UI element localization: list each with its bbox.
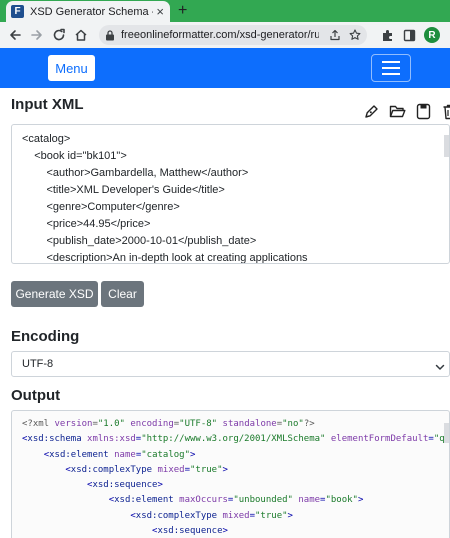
- encoding-select[interactable]: UTF-8: [11, 351, 450, 377]
- xml-line: <description>An in-depth look at creatin…: [22, 252, 308, 264]
- star-icon[interactable]: [347, 27, 363, 43]
- menu-button[interactable]: Menu: [48, 55, 95, 81]
- encoding-selected-value: UTF-8: [22, 358, 54, 370]
- hamburger-icon[interactable]: [371, 54, 411, 82]
- chevron-down-icon: [435, 359, 445, 377]
- tab-title: XSD Generator Schema - Free Online: [30, 5, 153, 18]
- input-scrollbar[interactable]: [444, 135, 449, 157]
- xsd-line: <xsd:element name="catalog">: [43, 449, 196, 460]
- avatar: R: [424, 27, 440, 43]
- encoding-heading: Encoding: [11, 328, 80, 345]
- save-icon[interactable]: [414, 102, 433, 121]
- xsd-line: <xsd:sequence>: [152, 526, 228, 537]
- reload-icon[interactable]: [48, 24, 70, 46]
- site-favicon-icon: F: [11, 5, 24, 18]
- url-text: freeonlineformatter.com/xsd-generator/ru…: [121, 29, 319, 41]
- xsd-line: <?xml version="1.0" encoding="UTF-8" sta…: [22, 419, 315, 429]
- trash-icon[interactable]: [440, 102, 450, 121]
- xml-line: <publish_date>2000-10-01</publish_date>: [22, 235, 257, 247]
- profile-avatar[interactable]: R: [422, 24, 442, 46]
- back-icon[interactable]: [4, 24, 26, 46]
- xml-line: <title>XML Developer's Guide</title>: [22, 184, 225, 196]
- pen-icon[interactable]: [362, 102, 381, 121]
- clear-button[interactable]: Clear: [101, 281, 144, 307]
- xml-line: <genre>Computer</genre>: [22, 201, 180, 213]
- site-navbar: Menu: [0, 48, 450, 88]
- address-bar[interactable]: freeonlineformatter.com/xsd-generator/ru…: [99, 25, 367, 45]
- xml-line: <book id="bk101">: [22, 150, 127, 162]
- xml-input-textarea[interactable]: <catalog> <book id="bk101"> <author>Gamb…: [11, 124, 450, 264]
- share-icon[interactable]: [327, 27, 343, 43]
- forward-icon[interactable]: [26, 24, 48, 46]
- editor-toolbar: [362, 102, 450, 122]
- generate-xsd-button[interactable]: Generate XSD: [11, 281, 98, 307]
- xsd-line: <xsd:complexType mixed="true">: [65, 464, 228, 475]
- input-xml-heading: Input XML: [11, 96, 84, 113]
- xsd-line: <xsd:schema xmlns:xsd="http://www.w3.org…: [22, 434, 450, 445]
- folder-open-icon[interactable]: [388, 102, 407, 121]
- extensions-icon[interactable]: [377, 24, 397, 46]
- xml-line: <price>44.95</price>: [22, 218, 151, 230]
- xsd-output-editor[interactable]: <?xml version="1.0" encoding="UTF-8" sta…: [11, 410, 450, 538]
- browser-tabstrip: F XSD Generator Schema - Free Online × +: [0, 0, 450, 22]
- lock-icon: [105, 29, 115, 41]
- tab-close-icon[interactable]: ×: [156, 5, 164, 18]
- xsd-line: <xsd:complexType mixed="true">: [130, 510, 293, 521]
- output-heading: Output: [11, 387, 61, 404]
- xsd-line: <xsd:sequence>: [87, 480, 163, 491]
- home-icon[interactable]: [70, 24, 92, 46]
- new-tab-button[interactable]: +: [178, 1, 187, 21]
- output-scrollbar[interactable]: [444, 423, 449, 443]
- sidepanel-icon[interactable]: [399, 24, 419, 46]
- browser-tab[interactable]: F XSD Generator Schema - Free Online ×: [6, 1, 170, 22]
- xml-line: <catalog>: [22, 133, 71, 145]
- xml-line: <author>Gambardella, Matthew</author>: [22, 167, 249, 179]
- xsd-line: <xsd:element maxOccurs="unbounded" name=…: [108, 495, 364, 506]
